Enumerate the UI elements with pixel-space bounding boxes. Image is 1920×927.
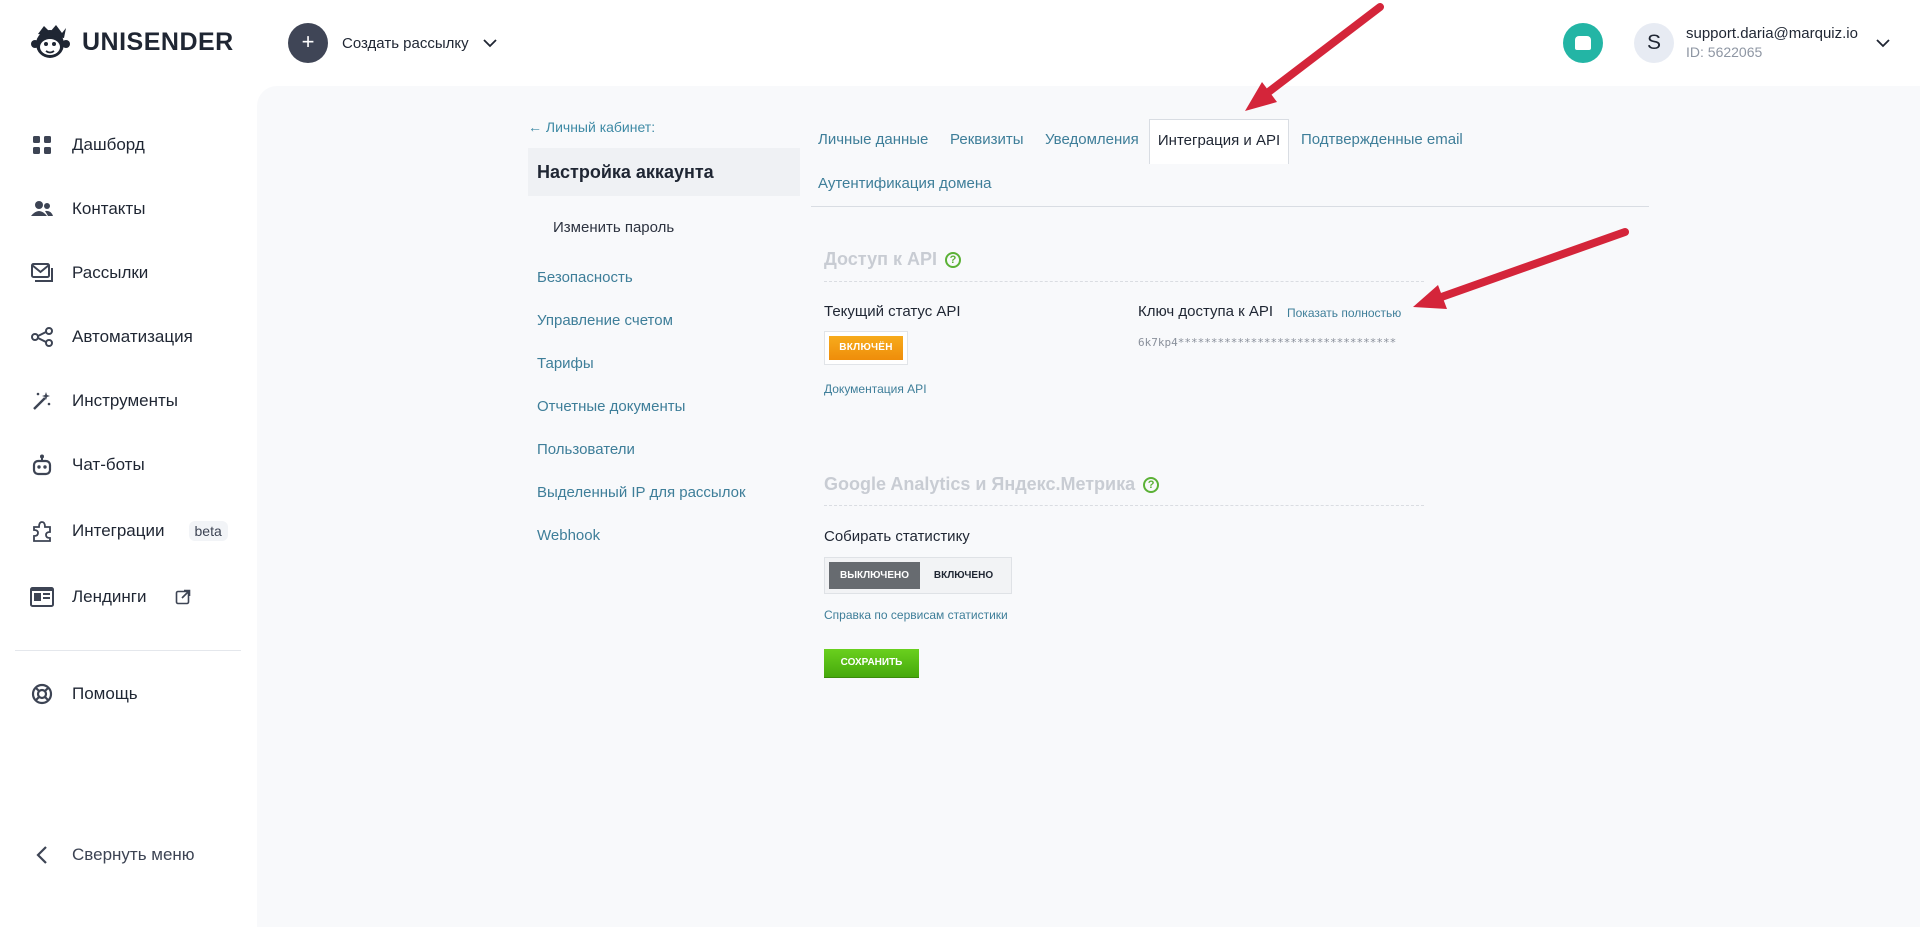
back-to-account-link[interactable]: ← Личный кабинет: bbox=[528, 119, 655, 135]
user-id: ID: 5622065 bbox=[1686, 44, 1763, 60]
sidebar-item-label: Лендинги bbox=[72, 587, 147, 606]
sidebar-item-label: Интеграции bbox=[72, 521, 165, 540]
puzzle-icon bbox=[30, 519, 54, 543]
automation-icon bbox=[30, 325, 54, 349]
stats-on-option[interactable]: ВКЛЮЧЕНО bbox=[920, 562, 1007, 589]
api-access-title: Доступ к API bbox=[824, 249, 937, 269]
sidebar-item-chatbots[interactable]: Чат-боты bbox=[30, 450, 145, 480]
sidebar-item-label: Дашборд bbox=[72, 135, 145, 154]
change-password-link[interactable]: Изменить пароль bbox=[553, 219, 674, 236]
chevron-left-icon bbox=[30, 843, 54, 867]
sidebar-item-dashboard[interactable]: Дашборд bbox=[30, 130, 145, 160]
help-icon[interactable]: ? bbox=[944, 251, 961, 268]
stats-off-option[interactable]: ВЫКЛЮЧЕНО bbox=[829, 562, 920, 589]
show-full-key-link[interactable]: Показать полностью bbox=[1287, 306, 1401, 320]
sidebar-item-campaigns[interactable]: Рассылки bbox=[30, 258, 148, 288]
logo-text: UNISENDER bbox=[82, 27, 234, 56]
user-email: support.daria@marquiz.io bbox=[1686, 25, 1858, 42]
beta-badge: beta bbox=[188, 521, 228, 541]
save-button[interactable]: СОХРАНИТЬ bbox=[824, 649, 919, 677]
tab-requisites[interactable]: Реквизиты bbox=[950, 131, 1024, 148]
robot-icon bbox=[30, 453, 54, 477]
monkey-logo-icon bbox=[31, 25, 70, 58]
contacts-icon bbox=[30, 197, 54, 221]
tab-confirmed-emails[interactable]: Подтвержденные email bbox=[1301, 131, 1463, 148]
settings-link-users[interactable]: Пользователи bbox=[537, 441, 635, 458]
chat-support-icon[interactable] bbox=[1563, 23, 1603, 63]
chevron-down-icon bbox=[482, 39, 497, 48]
section-divider bbox=[824, 281, 1424, 282]
settings-link-billing[interactable]: Управление счетом bbox=[537, 312, 673, 329]
api-status-value: ВКЛЮЧЁН bbox=[829, 336, 903, 360]
collect-stats-label: Собирать статистику bbox=[824, 528, 970, 545]
api-status-toggle[interactable]: ВКЛЮЧЁН bbox=[824, 331, 908, 365]
settings-link-webhook[interactable]: Webhook bbox=[537, 527, 600, 544]
tab-notifications[interactable]: Уведомления bbox=[1045, 131, 1139, 148]
api-access-heading: Доступ к API ? bbox=[824, 249, 961, 270]
lifebuoy-icon bbox=[30, 682, 54, 706]
settings-link-tariffs[interactable]: Тарифы bbox=[537, 355, 594, 372]
tab-integration-api[interactable]: Интеграция и API bbox=[1149, 119, 1289, 164]
api-docs-link[interactable]: Документация API bbox=[824, 382, 927, 396]
analytics-title: Google Analytics и Яндекс.Метрика bbox=[824, 474, 1136, 494]
collapse-menu-button[interactable]: Свернуть меню bbox=[30, 840, 195, 870]
collect-stats-toggle: ВЫКЛЮЧЕНО ВКЛЮЧЕНО bbox=[824, 557, 1012, 594]
settings-link-reports[interactable]: Отчетные документы bbox=[537, 398, 685, 415]
stats-help-link[interactable]: Справка по сервисам статистики bbox=[824, 608, 1008, 622]
settings-title: Настройка аккаунта bbox=[528, 148, 800, 196]
sidebar-item-automation[interactable]: Автоматизация bbox=[30, 322, 193, 352]
api-key-label: Ключ доступа к API bbox=[1138, 303, 1274, 320]
section-divider bbox=[824, 505, 1424, 506]
sidebar-item-integrations[interactable]: Интеграции beta bbox=[30, 516, 228, 546]
magic-wand-icon bbox=[30, 389, 54, 413]
external-link-icon bbox=[175, 589, 190, 605]
sidebar-item-label: Инструменты bbox=[72, 391, 179, 410]
create-campaign-label: Создать рассылку bbox=[342, 34, 469, 52]
sidebar: Дашборд Контакты Рассылки Автоматизация … bbox=[0, 86, 256, 927]
dashboard-icon bbox=[30, 133, 54, 157]
tabs-divider bbox=[811, 206, 1649, 207]
help-icon[interactable]: ? bbox=[1143, 476, 1160, 493]
settings-link-security[interactable]: Безопасность bbox=[537, 269, 633, 286]
sidebar-item-tools[interactable]: Инструменты bbox=[30, 386, 178, 416]
sidebar-divider bbox=[15, 650, 241, 651]
analytics-heading: Google Analytics и Яндекс.Метрика ? bbox=[824, 474, 1160, 495]
chevron-down-icon bbox=[1876, 39, 1890, 48]
tab-domain-authentication[interactable]: Аутентификация домена bbox=[818, 175, 992, 192]
settings-link-dedicated-ip[interactable]: Выделенный IP для рассылок bbox=[537, 484, 746, 501]
api-status-label: Текущий статус API bbox=[824, 303, 961, 320]
landing-icon bbox=[30, 585, 54, 609]
top-header: UNISENDER + Создать рассылку S support.d… bbox=[0, 0, 1920, 86]
unisender-logo[interactable]: UNISENDER bbox=[30, 22, 234, 62]
plus-icon: + bbox=[288, 23, 328, 63]
sidebar-item-help[interactable]: Помощь bbox=[30, 679, 138, 709]
sidebar-item-label: Чат-боты bbox=[72, 455, 145, 474]
user-menu[interactable]: S support.daria@marquiz.io ID: 5622065 bbox=[1634, 23, 1890, 63]
tab-personal-data[interactable]: Личные данные bbox=[818, 131, 928, 148]
collapse-menu-label: Свернуть меню bbox=[72, 845, 195, 864]
content-panel bbox=[257, 86, 1920, 927]
sidebar-item-label: Автоматизация bbox=[72, 327, 193, 346]
sidebar-item-label: Контакты bbox=[72, 199, 146, 218]
mail-icon bbox=[30, 261, 54, 285]
sidebar-item-contacts[interactable]: Контакты bbox=[30, 194, 145, 224]
sidebar-item-label: Помощь bbox=[72, 684, 138, 703]
api-key-value: 6k7kp4********************************* bbox=[1138, 336, 1397, 349]
create-campaign-button[interactable]: + Создать рассылку bbox=[288, 23, 497, 63]
sidebar-item-landings[interactable]: Лендинги bbox=[30, 582, 191, 612]
sidebar-item-label: Рассылки bbox=[72, 263, 149, 282]
avatar: S bbox=[1634, 23, 1674, 63]
